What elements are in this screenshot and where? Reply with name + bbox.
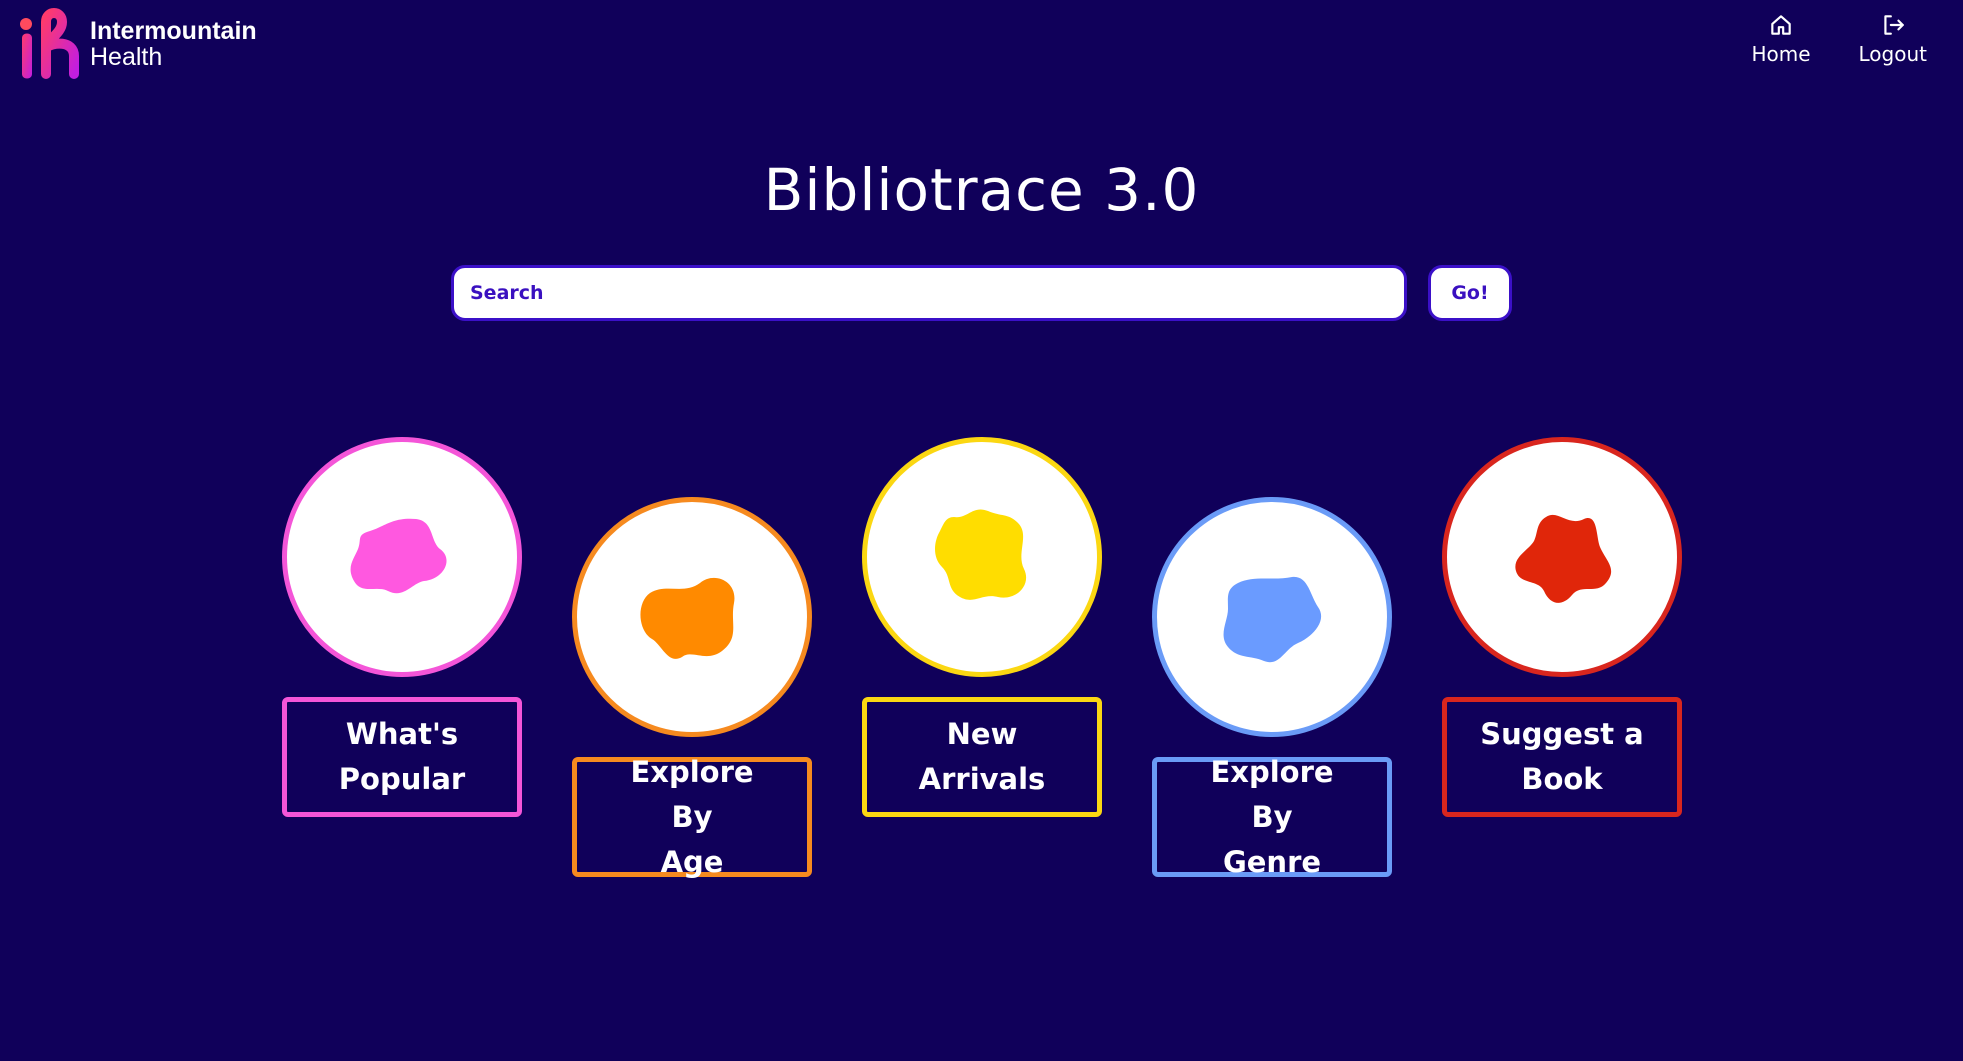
category-whats-popular[interactable]: What's Popular (282, 437, 522, 817)
go-button[interactable]: Go! (1428, 265, 1512, 321)
label-line-1: What's (345, 717, 459, 751)
category-suggest-a-book[interactable]: Suggest a Book (1442, 437, 1682, 817)
logo-line-1: Intermountain (90, 17, 257, 45)
label-line-2: Genre (1222, 844, 1322, 879)
label-line-1: Explore By (630, 754, 754, 834)
category-circle[interactable] (1442, 437, 1682, 677)
nav-home-label: Home (1751, 42, 1811, 66)
category-label-text: What's Popular (339, 712, 465, 802)
label-line-2: Arrivals (918, 762, 1046, 796)
label-line-2: Popular (338, 762, 466, 796)
logo-text: Intermountain Health (90, 18, 257, 70)
category-label[interactable]: Explore By Genre (1152, 755, 1392, 879)
blue-blob-icon (1223, 576, 1322, 663)
yellow-blob-icon (935, 509, 1027, 600)
logout-icon (1884, 15, 1904, 35)
logo-line-2: Health (90, 43, 163, 71)
orange-blob-icon (640, 577, 735, 659)
category-circle[interactable] (572, 497, 812, 737)
pink-blob-icon (350, 518, 447, 594)
category-label[interactable]: Suggest a Book (1442, 697, 1682, 817)
page-title: Bibliotrace 3.0 (763, 156, 1200, 224)
top-nav: Home Logout (1751, 12, 1927, 66)
nav-logout-label: Logout (1858, 42, 1927, 66)
category-circle[interactable] (1152, 497, 1392, 737)
label-line-1: Explore By (1210, 754, 1334, 834)
category-label-text: Suggest a Book (1480, 712, 1644, 802)
category-label[interactable]: What's Popular (282, 697, 522, 817)
category-label-text: Explore By Genre (1187, 750, 1357, 885)
category-label[interactable]: New Arrivals (862, 697, 1102, 817)
label-line-2: Book (1521, 762, 1603, 796)
category-circle[interactable] (282, 437, 522, 677)
label-line-2: Age (660, 844, 724, 879)
search-input[interactable] (451, 265, 1407, 321)
category-explore-by-age[interactable]: Explore By Age (572, 497, 812, 879)
category-explore-by-genre[interactable]: Explore By Genre (1152, 497, 1392, 879)
category-label[interactable]: Explore By Age (572, 755, 812, 879)
label-line-1: Suggest a (1480, 717, 1644, 751)
red-blob-icon (1515, 514, 1612, 603)
ih-logo-mark-icon (20, 8, 79, 79)
brand-logo[interactable]: Intermountain Health (16, 4, 257, 84)
label-line-1: New (946, 717, 1018, 751)
category-circle[interactable] (862, 437, 1102, 677)
home-icon (1771, 15, 1791, 35)
nav-home[interactable]: Home (1751, 12, 1811, 66)
category-label-text: Explore By Age (607, 750, 777, 885)
category-label-text: New Arrivals (919, 712, 1046, 802)
nav-logout[interactable]: Logout (1859, 12, 1927, 66)
category-new-arrivals[interactable]: New Arrivals (862, 437, 1102, 817)
